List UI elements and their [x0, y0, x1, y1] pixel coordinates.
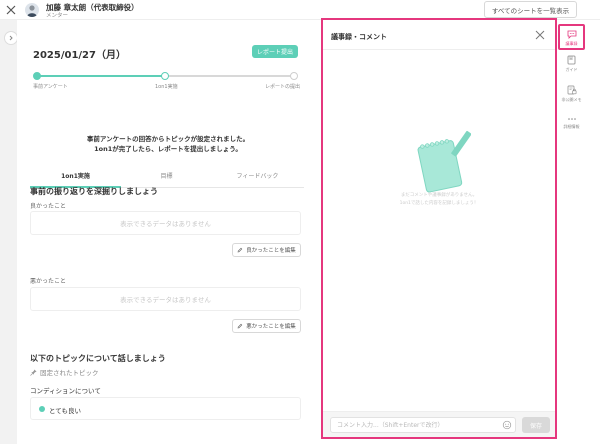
stepper-line-done: [36, 75, 165, 77]
avatar: [25, 3, 39, 17]
bad-empty-box: 表示できるデータはありません: [30, 287, 301, 311]
tab-feedback[interactable]: フィードバック: [212, 172, 303, 188]
pinned-topics-label: 固定されたトピック: [30, 367, 99, 377]
topics-title: 以下のトピックについて話しましょう: [30, 354, 166, 363]
condition-box: とても良い: [30, 397, 301, 420]
comment-footer: 保存: [323, 411, 555, 437]
lock-memo-icon: [567, 85, 576, 95]
left-sidebar-strip: [0, 20, 17, 444]
close-icon[interactable]: [535, 30, 545, 40]
edit-bad-button[interactable]: 悪かったことを編集: [232, 319, 301, 333]
all-sheets-button[interactable]: すべてのシートを一覧表示: [484, 1, 577, 18]
step-label-survey: 事前アンケート: [33, 84, 68, 90]
sidebar-item-minutes[interactable]: 議事録: [558, 24, 585, 50]
more-icon: [567, 118, 576, 120]
empty-line-2: 1on1で話した内容を記録しましょう！: [399, 201, 479, 206]
condition-value: とても良い: [49, 407, 81, 415]
session-date: 2025/01/27（月）: [33, 50, 126, 61]
emoji-icon[interactable]: [502, 420, 512, 430]
sidebar-label-minutes: 議事録: [565, 41, 578, 46]
book-icon: [567, 55, 576, 65]
submit-report-button[interactable]: レポート提出: [252, 45, 298, 58]
save-button[interactable]: 保存: [522, 417, 550, 433]
chat-icon: [567, 30, 576, 39]
sidebar-label-private-memo: 非公開メモ: [561, 97, 582, 102]
bad-label: 悪かったこと: [30, 278, 67, 285]
pin-icon: [30, 368, 37, 376]
edit-bad-label: 悪かったことを編集: [246, 324, 296, 330]
stepper-line-todo: [165, 75, 294, 77]
step-label-1on1: 1on1実施: [155, 84, 178, 90]
step-dot-survey: [33, 72, 41, 80]
status-notice: 事前アンケートの回答からトピックが設定されました。 1on1が完了したら、レポー…: [17, 134, 319, 154]
sidebar-item-guide[interactable]: ガイド: [558, 55, 585, 81]
edit-good-button[interactable]: 良かったことを編集: [232, 243, 301, 257]
pencil-icon: [237, 247, 243, 253]
minutes-comment-panel: 議事録・コメント まだコメントや議事録がありません。 1on1で話した内容を記録…: [321, 18, 557, 439]
condition-label: コンディションについて: [30, 387, 101, 395]
pinned-text: 固定されたトピック: [40, 369, 99, 377]
panel-empty-message: まだコメントや議事録がありません。 1on1で話した内容を記録しましょう！: [323, 192, 555, 208]
good-label: 良かったこと: [30, 203, 67, 210]
main-content: 2025/01/27（月） レポート提出 事前アンケート 1on1実施 レポート…: [17, 20, 319, 444]
notice-line-2: 1on1が完了したら、レポートを提出しましょう。: [94, 145, 242, 153]
sidebar-item-details[interactable]: 詳細情報: [558, 116, 585, 142]
panel-title: 議事録・コメント: [331, 33, 387, 41]
empty-line-1: まだコメントや議事録がありません。: [400, 193, 478, 198]
step-label-report: レポートの提出: [265, 84, 301, 90]
step-dot-report: [290, 72, 298, 80]
right-icon-sidebar: 議事録 ガイド 非公開メモ 詳細情報: [558, 20, 585, 444]
progress-stepper: [33, 72, 298, 80]
edit-good-label: 良かったことを編集: [246, 248, 296, 254]
good-empty-box: 表示できるデータはありません: [30, 211, 301, 235]
panel-divider: [323, 49, 555, 50]
notice-line-1: 事前アンケートの回答からトピックが設定されました。: [86, 135, 250, 143]
reflection-title: 事前の振り返りを深掘りしましょう: [30, 187, 158, 196]
notebook-illustration-icon: [417, 130, 471, 193]
step-dot-1on1: [161, 72, 169, 80]
expand-sidebar-button[interactable]: [4, 31, 18, 45]
sidebar-label-details: 詳細情報: [563, 124, 580, 129]
comment-input[interactable]: [330, 417, 516, 433]
user-role: メンター: [46, 13, 69, 19]
sidebar-item-private-memo[interactable]: 非公開メモ: [558, 85, 585, 111]
close-icon[interactable]: [5, 4, 17, 16]
sidebar-label-guide: ガイド: [565, 67, 578, 72]
top-header: 加藤 章太朗（代表取締役） メンター すべてのシートを一覧表示: [0, 0, 600, 20]
chevron-right-icon: [9, 35, 13, 41]
pencil-icon: [237, 323, 243, 329]
condition-status-dot: [39, 406, 45, 412]
